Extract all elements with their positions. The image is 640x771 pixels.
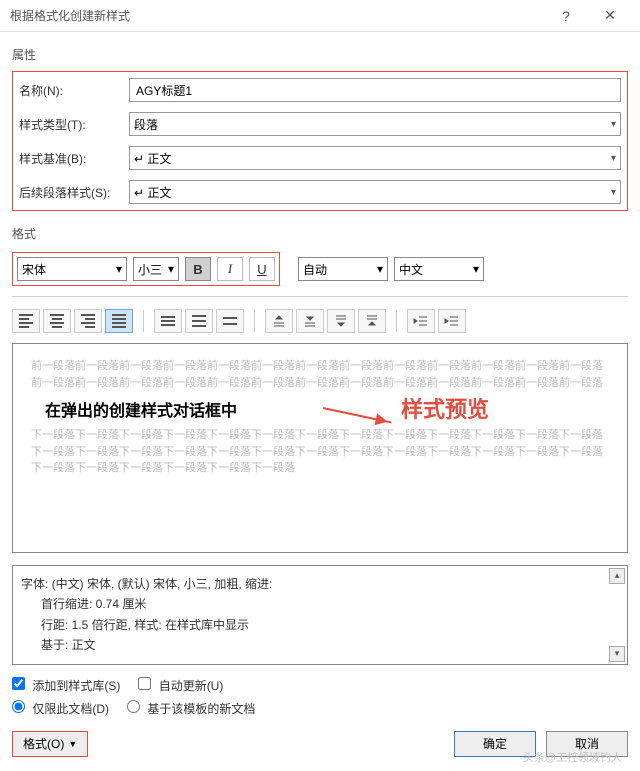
underline-button[interactable]: U <box>249 257 275 281</box>
properties-group: 名称(N): 样式类型(T): 段落 ▾ 样式基准(B): ↵ 正文 ▾ 后续段… <box>12 71 628 211</box>
next-style-value: ↵ 正文 <box>134 184 171 201</box>
chevron-down-icon: ▾ <box>611 153 616 164</box>
scroll-up-button[interactable]: ▴ <box>609 568 625 584</box>
desc-line: 字体: (中文) 宋体, (默认) 宋体, 小三, 加粗, 缩进: <box>21 574 601 594</box>
annotation-arrow: 样式预览 <box>323 392 489 424</box>
space-before-dec-button[interactable] <box>296 309 324 333</box>
dialog-title: 根据格式化创建新样式 <box>10 7 544 24</box>
desc-line: 基于: 正文 <box>21 635 601 655</box>
style-type-label: 样式类型(T): <box>19 116 121 133</box>
template-based-label: 基于该模板的新文档 <box>147 702 255 716</box>
bold-button[interactable]: B <box>185 257 211 281</box>
desc-line: 首行缩进: 0.74 厘米 <box>21 594 601 614</box>
indent-decrease-button[interactable] <box>407 309 435 333</box>
name-input[interactable] <box>129 78 621 102</box>
style-description: 字体: (中文) 宋体, (默认) 宋体, 小三, 加粗, 缩进: 首行缩进: … <box>12 565 628 665</box>
format-menu-label: 格式(O) <box>23 735 64 752</box>
name-label: 名称(N): <box>19 82 121 99</box>
line-spacing-15-button[interactable] <box>185 309 213 333</box>
style-based-value: ↵ 正文 <box>134 150 171 167</box>
next-style-label: 后续段落样式(S): <box>19 184 121 201</box>
chevron-down-icon: ▾ <box>377 262 383 276</box>
line-spacing-1-button[interactable] <box>154 309 182 333</box>
font-name-combo[interactable]: 宋体 ▾ <box>17 257 127 281</box>
italic-button[interactable]: I <box>217 257 243 281</box>
language-combo[interactable]: 中文 ▾ <box>394 257 484 281</box>
chevron-down-icon: ▾ <box>611 119 616 130</box>
align-justify-button[interactable] <box>105 309 133 333</box>
space-after-inc-button[interactable] <box>327 309 355 333</box>
line-spacing-2-button[interactable] <box>216 309 244 333</box>
style-preview: 前一段落前一段落前一段落前一段落前一段落前一段落前一段落前一段落前一段落前一段落… <box>12 343 628 553</box>
annotation-text: 样式预览 <box>401 392 489 424</box>
only-document-radio[interactable]: 仅限此文档(D) <box>12 700 109 717</box>
scroll-down-button[interactable]: ▾ <box>609 646 625 662</box>
format-label: 格式 <box>12 225 628 242</box>
paragraph-toolbar <box>12 307 628 335</box>
font-size-value: 小三 <box>138 261 162 278</box>
desc-line: 行距: 1.5 倍行距, 样式: 在样式库中显示 <box>21 615 601 635</box>
chevron-down-icon: ▾ <box>611 187 616 198</box>
indent-increase-button[interactable] <box>438 309 466 333</box>
auto-update-checkbox[interactable]: 自动更新(U) <box>138 677 223 694</box>
properties-label: 属性 <box>12 46 628 63</box>
format-menu-button[interactable]: 格式(O) ▼ <box>12 731 88 757</box>
space-before-inc-button[interactable] <box>265 309 293 333</box>
font-color-value: 自动 <box>303 261 327 278</box>
template-based-radio[interactable]: 基于该模板的新文档 <box>127 700 255 717</box>
add-to-gallery-checkbox[interactable]: 添加到样式库(S) <box>12 677 120 694</box>
add-to-gallery-label: 添加到样式库(S) <box>32 679 120 693</box>
chevron-down-icon: ▼ <box>68 739 77 749</box>
next-style-select[interactable]: ↵ 正文 ▾ <box>129 180 621 204</box>
font-size-combo[interactable]: 小三 ▾ <box>133 257 179 281</box>
font-name-value: 宋体 <box>22 261 46 278</box>
font-color-combo[interactable]: 自动 ▾ <box>298 257 388 281</box>
language-value: 中文 <box>399 261 423 278</box>
align-right-button[interactable] <box>74 309 102 333</box>
space-after-dec-button[interactable] <box>358 309 386 333</box>
help-button[interactable]: ? <box>544 1 588 31</box>
chevron-down-icon: ▾ <box>473 262 479 276</box>
only-document-label: 仅限此文档(D) <box>32 702 109 716</box>
chevron-down-icon: ▾ <box>168 262 174 276</box>
preview-before-text: 前一段落前一段落前一段落前一段落前一段落前一段落前一段落前一段落前一段落前一段落… <box>31 358 609 391</box>
style-based-label: 样式基准(B): <box>19 150 121 167</box>
align-center-button[interactable] <box>43 309 71 333</box>
close-button[interactable]: ✕ <box>588 1 632 31</box>
style-type-value: 段落 <box>134 116 158 133</box>
align-left-button[interactable] <box>12 309 40 333</box>
preview-after-text: 下一段落下一段落下一段落下一段落下一段落下一段落下一段落下一段落下一段落下一段落… <box>31 427 609 477</box>
style-based-select[interactable]: ↵ 正文 ▾ <box>129 146 621 170</box>
style-type-select[interactable]: 段落 ▾ <box>129 112 621 136</box>
chevron-down-icon: ▾ <box>116 262 122 276</box>
auto-update-label: 自动更新(U) <box>159 679 224 693</box>
